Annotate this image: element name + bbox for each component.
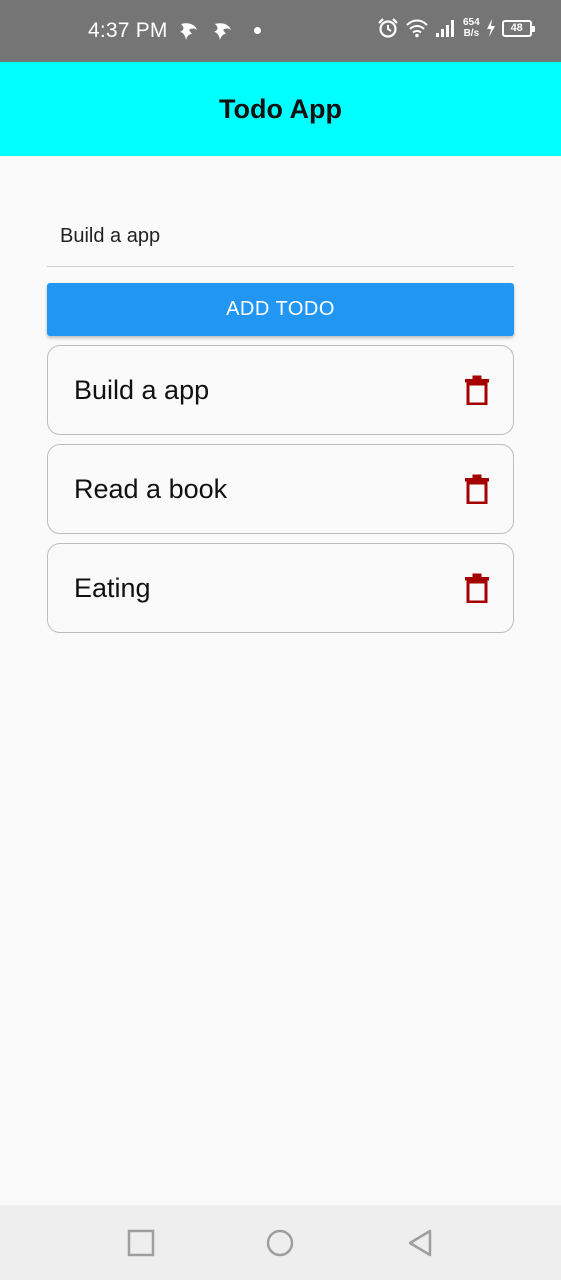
todo-text: Eating <box>74 572 151 603</box>
wifi-icon <box>406 19 428 38</box>
todo-item: Eating <box>47 543 514 633</box>
back-icon[interactable] <box>406 1229 434 1257</box>
speed-value: 654 <box>463 17 480 28</box>
todo-input[interactable] <box>47 210 514 266</box>
signal-icon <box>436 20 454 37</box>
network-speed: 654 B/s <box>463 17 480 39</box>
todo-text: Build a app <box>74 374 210 405</box>
recents-icon[interactable] <box>127 1229 155 1257</box>
todo-text: Read a book <box>74 473 228 504</box>
add-todo-button[interactable]: ADD TODO <box>47 283 514 336</box>
speed-unit: B/s <box>463 28 480 39</box>
status-time: 4:37 PM <box>88 19 168 42</box>
status-system-icons: 654 B/s 48 <box>377 17 535 39</box>
home-icon[interactable] <box>266 1229 294 1257</box>
page-title: Todo App <box>219 93 342 124</box>
todo-list: Build a app Read a book Eating <box>47 345 514 642</box>
notification-icon <box>180 23 197 40</box>
app-bar: Todo App <box>0 62 561 156</box>
notification-icon <box>214 23 231 40</box>
todo-item: Build a app <box>47 345 514 435</box>
notification-dot <box>254 27 261 34</box>
delete-icon[interactable] <box>465 375 489 405</box>
status-notification-icons <box>178 20 234 42</box>
alarm-icon <box>378 18 398 38</box>
delete-icon[interactable] <box>465 573 489 603</box>
todo-input-container <box>47 210 514 267</box>
battery-icon: 48 <box>501 19 535 37</box>
status-bar: 4:37 PM 654 B/s 48 <box>0 0 561 62</box>
navigation-bar <box>0 1205 561 1280</box>
charging-icon <box>486 19 495 37</box>
delete-icon[interactable] <box>465 474 489 504</box>
todo-item: Read a book <box>47 444 514 534</box>
